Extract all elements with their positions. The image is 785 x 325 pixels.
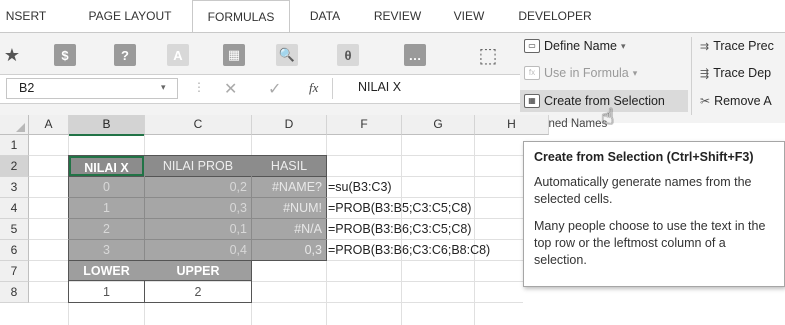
trace-precedents-icon: ⇉ (700, 40, 710, 53)
row-header-3[interactable]: 3 (0, 177, 29, 198)
select-all-corner[interactable] (0, 115, 29, 135)
cell-b5[interactable]: 2 (69, 219, 144, 239)
cell-c4[interactable]: 0,3 (145, 198, 247, 218)
gridline (474, 135, 475, 325)
trace-dependents-icon: ⇶ (700, 67, 710, 80)
row-header-1[interactable]: 1 (0, 135, 29, 156)
tooltip-description: Automatically generate names from the se… (534, 175, 752, 206)
trace-precedents-label: Trace Prec (713, 39, 774, 53)
tab-review[interactable]: REVIEW (365, 0, 430, 32)
remove-arrows-button[interactable]: ✂ Remove A (700, 90, 772, 112)
cell-c5[interactable]: 0,1 (145, 219, 247, 239)
column-header-a[interactable]: A (29, 115, 69, 135)
cell-b2[interactable]: NILAI X (69, 156, 144, 176)
divider (332, 78, 333, 99)
row-header-6[interactable]: 6 (0, 240, 29, 261)
cell-d4[interactable]: #NUM! (252, 198, 322, 218)
cell-e5-formula[interactable]: =PROB(B3:B6;C3:C5;C8) (328, 219, 471, 239)
row-header-5[interactable]: 5 (0, 219, 29, 240)
column-header-h[interactable]: H (475, 115, 549, 135)
row-header-7[interactable]: 7 (0, 261, 29, 282)
trace-dependents-label: Trace Dep (713, 66, 772, 80)
remove-arrows-label: Remove A (714, 94, 772, 108)
name-box[interactable]: B2 ▾ (6, 78, 178, 99)
cell-d6[interactable]: 0,3 (252, 240, 322, 260)
math-trig-icon[interactable]: θ (333, 41, 363, 69)
cell-b4[interactable]: 1 (69, 198, 144, 218)
group-divider (691, 37, 692, 115)
cell-b6[interactable]: 3 (69, 240, 144, 260)
tab-data[interactable]: DATA (300, 0, 350, 32)
column-header-b[interactable]: B (69, 115, 145, 136)
formula-bar: B2 ▾ ⋮ ✕ ✓ fx NILAI X (0, 74, 520, 104)
row-header-8[interactable]: 8 (0, 282, 29, 303)
cell-d5[interactable]: #N/A (252, 219, 322, 239)
enter-check-icon[interactable]: ✓ (268, 79, 281, 99)
cell-b8[interactable]: 1 (69, 282, 144, 302)
cell-b7[interactable]: LOWER (69, 261, 144, 281)
cell-c7[interactable]: UPPER (145, 261, 251, 281)
define-name-label: Define Name (544, 39, 617, 53)
trace-dependents-button[interactable]: ⇶ Trace Dep (700, 62, 771, 84)
cell-c2[interactable]: NILAI PROB (145, 156, 251, 176)
cell-b3[interactable]: 0 (69, 177, 144, 197)
cell-d3[interactable]: #NAME? (252, 177, 322, 197)
tab-page-layout[interactable]: PAGE LAYOUT (70, 0, 190, 32)
mouse-cursor-icon: ☝ (601, 104, 615, 129)
lookup-icon[interactable]: 🔍 (272, 41, 302, 69)
remove-arrows-icon: ✂ (700, 94, 711, 108)
formula-input[interactable]: NILAI X (358, 80, 401, 94)
tooltip-hint: Many people choose to use the text in th… (534, 219, 766, 267)
column-header-f[interactable]: F (327, 115, 402, 135)
use-in-formula-label: Use in Formula (544, 66, 629, 80)
cell-e6-formula[interactable]: =PROB(B3:B6;C3:C6;B8:C8) (328, 240, 490, 260)
chevron-down-icon: ▾ (620, 40, 626, 51)
cell-c6[interactable]: 0,4 (145, 240, 247, 260)
cell-c3[interactable]: 0,2 (145, 177, 247, 197)
date-time-icon[interactable]: ▦ (219, 41, 249, 69)
cell-d2[interactable]: HASIL (252, 156, 326, 176)
define-name-button[interactable]: ▭ Define Name ▾ (524, 35, 625, 57)
chevron-down-icon: ▾ (632, 67, 638, 78)
row-header-4[interactable]: 4 (0, 198, 29, 219)
trace-precedents-button[interactable]: ⇉ Trace Prec (700, 35, 774, 57)
financial-icon[interactable]: $ (50, 41, 80, 69)
tag-icon: ▭ (524, 39, 540, 53)
function-icon: fx (524, 66, 540, 80)
use-in-formula-button[interactable]: fx Use in Formula ▾ (524, 62, 637, 84)
create-from-selection-tooltip: Create from Selection (Ctrl+Shift+F3) Au… (523, 141, 785, 287)
tab-view[interactable]: VIEW (444, 0, 494, 32)
splitter-dots-icon[interactable]: ⋮ (193, 80, 205, 94)
name-manager-icon[interactable]: ⬚ (470, 41, 506, 69)
row-header-2[interactable]: 2 (0, 156, 29, 177)
logical-icon[interactable]: ? (110, 41, 140, 69)
tab-developer[interactable]: DEVELOPER (510, 0, 600, 32)
insert-function-icon[interactable]: fx (309, 80, 318, 96)
tab-formulas[interactable]: FORMULAS (192, 0, 290, 34)
cell-e3-formula[interactable]: =su(B3:C3) (328, 177, 392, 197)
table-select-icon: ▦ (524, 94, 540, 108)
name-box-value: B2 (19, 81, 35, 95)
text-icon[interactable]: A (163, 41, 193, 69)
chevron-down-icon[interactable]: ▾ (161, 82, 166, 93)
cell-e4-formula[interactable]: =PROB(B3:B5;C3:C5;C8) (328, 198, 471, 218)
column-header-g[interactable]: G (402, 115, 475, 135)
tooltip-title: Create from Selection (Ctrl+Shift+F3) (534, 150, 754, 164)
star-icon[interactable]: ★ (0, 41, 24, 69)
more-functions-icon[interactable]: … (400, 41, 430, 69)
tab-insert[interactable]: NSERT (0, 0, 52, 32)
column-header-c[interactable]: C (145, 115, 252, 135)
column-header-d[interactable]: D (252, 115, 327, 135)
cancel-icon[interactable]: ✕ (224, 79, 237, 99)
ribbon-tab-bar: NSERT PAGE LAYOUT FORMULAS DATA REVIEW V… (0, 0, 785, 34)
cell-c8[interactable]: 2 (145, 282, 251, 302)
